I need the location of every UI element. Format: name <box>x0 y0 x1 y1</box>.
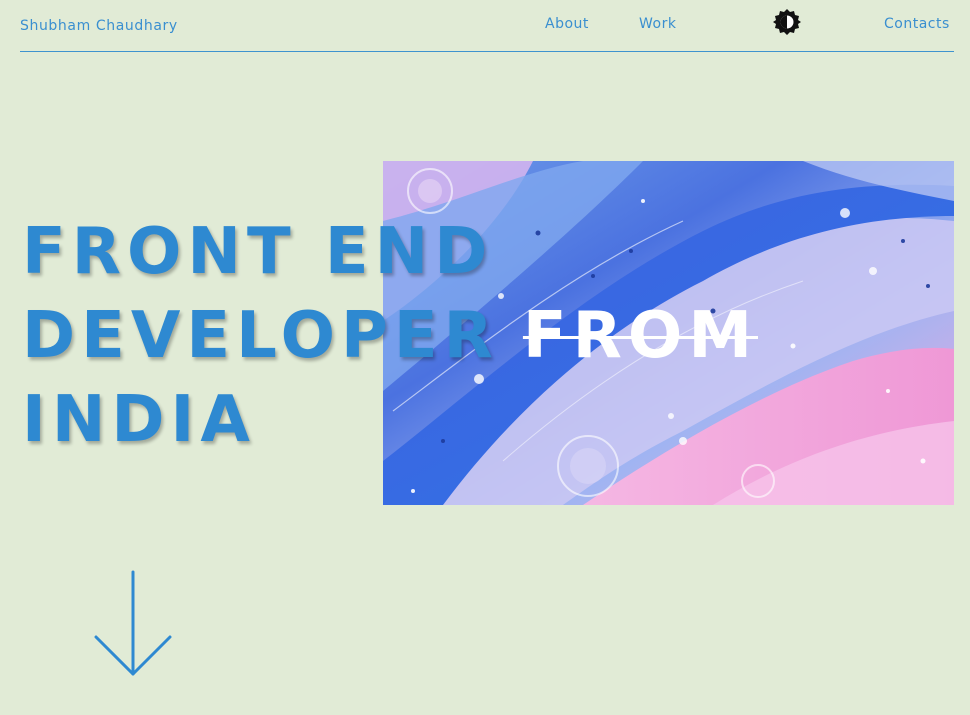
theme-toggle-button[interactable] <box>772 7 802 37</box>
hero-line-2-text: DEVELOPER <box>22 299 499 373</box>
arrow-down-icon <box>94 570 172 676</box>
nav-link-work[interactable]: Work <box>639 16 676 32</box>
hero-line-1: FRONT END <box>22 215 494 289</box>
site-header: Shubham Chaudhary About Work Contacts <box>20 0 954 52</box>
hero-from-word: FROM <box>522 299 758 373</box>
scroll-down-button[interactable] <box>92 570 174 680</box>
nav-link-contacts[interactable]: Contacts <box>884 16 950 32</box>
brand-link[interactable]: Shubham Chaudhary <box>20 18 178 34</box>
hero-line-3: INDIA <box>22 383 256 457</box>
hero-heading: FRONT END DEVELOPER FROM INDIA <box>22 210 758 462</box>
contrast-icon <box>773 9 801 35</box>
nav-link-about[interactable]: About <box>545 16 589 32</box>
hero-line-2: DEVELOPER FROM <box>22 294 758 378</box>
